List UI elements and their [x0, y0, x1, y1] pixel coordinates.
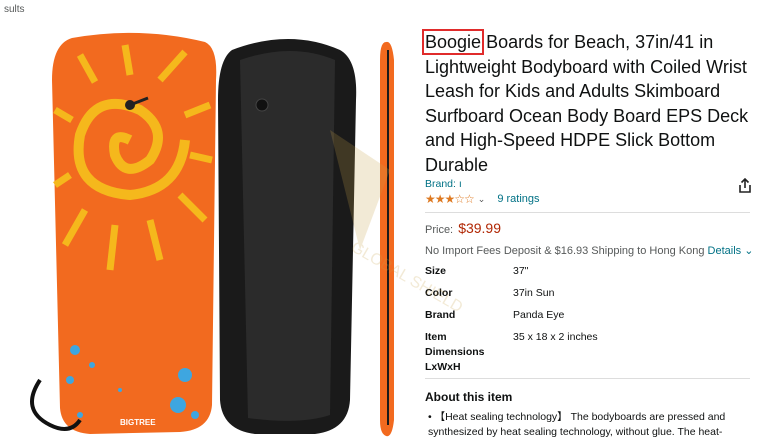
star-rating-icon[interactable]: ★★★☆☆ — [425, 192, 475, 206]
board-logo: BIGTREE — [120, 418, 156, 427]
title-rest: Boards for Beach, 37in/41 in Lightweight… — [425, 32, 749, 175]
spec-key: Color — [425, 287, 453, 299]
leash-plug-black — [255, 98, 269, 112]
price-row: Price: $39.99 — [425, 220, 501, 236]
spec-row: Brand Panda Eye — [425, 308, 598, 323]
chevron-down-icon[interactable]: ⌄ — [478, 194, 486, 205]
spec-key: Size — [425, 265, 447, 277]
rating-row: ★★★☆☆ ⌄ 9 ratings — [425, 192, 540, 206]
price-value: $39.99 — [458, 220, 502, 236]
ratings-count-link[interactable]: 9 ratings — [497, 193, 539, 205]
product-image[interactable]: BIGTREE — [0, 20, 410, 443]
divider — [425, 378, 750, 379]
title-brand-word: Boogie — [421, 29, 485, 55]
spec-value: Panda Eye — [513, 309, 565, 321]
divider — [425, 212, 750, 213]
shipping-details-link[interactable]: Details — [708, 245, 742, 257]
spec-table: Size 37" Color 37in Sun Brand Panda Eye … — [425, 264, 598, 382]
spec-row: Size 37" — [425, 264, 598, 279]
breadcrumb[interactable]: sults — [4, 4, 25, 15]
about-bullet: • 【Heat sealing technology】 The bodyboar… — [428, 410, 758, 440]
spec-value: 37in Sun — [513, 287, 555, 299]
spec-key: Item Dimensions LxWxH — [425, 331, 485, 373]
product-title: Boogie Boards for Beach, 37in/41 in Ligh… — [421, 29, 765, 177]
spec-row: Color 37in Sun — [425, 286, 598, 301]
shipping-text: No Import Fees Deposit & $16.93 Shipping… — [425, 245, 705, 257]
share-icon[interactable] — [737, 178, 753, 194]
bullet-dot: • — [428, 411, 435, 423]
chevron-down-icon[interactable]: ⌄ — [744, 245, 753, 257]
shipping-info: No Import Fees Deposit & $16.93 Shipping… — [425, 244, 753, 257]
spec-key: Brand — [425, 309, 456, 321]
bullet-text: 【Heat sealing technology】 The bodyboards… — [428, 411, 726, 438]
spec-value: 35 x 18 x 2 inches — [513, 331, 598, 343]
about-heading: About this item — [425, 390, 513, 404]
brand-link[interactable]: Brand: ı — [425, 178, 462, 190]
price-label: Price: — [425, 224, 454, 236]
bodyboard-photo: BIGTREE — [30, 32, 394, 437]
spec-value: 37" — [513, 265, 529, 277]
spec-row: Item Dimensions LxWxH 35 x 18 x 2 inches — [425, 330, 598, 375]
